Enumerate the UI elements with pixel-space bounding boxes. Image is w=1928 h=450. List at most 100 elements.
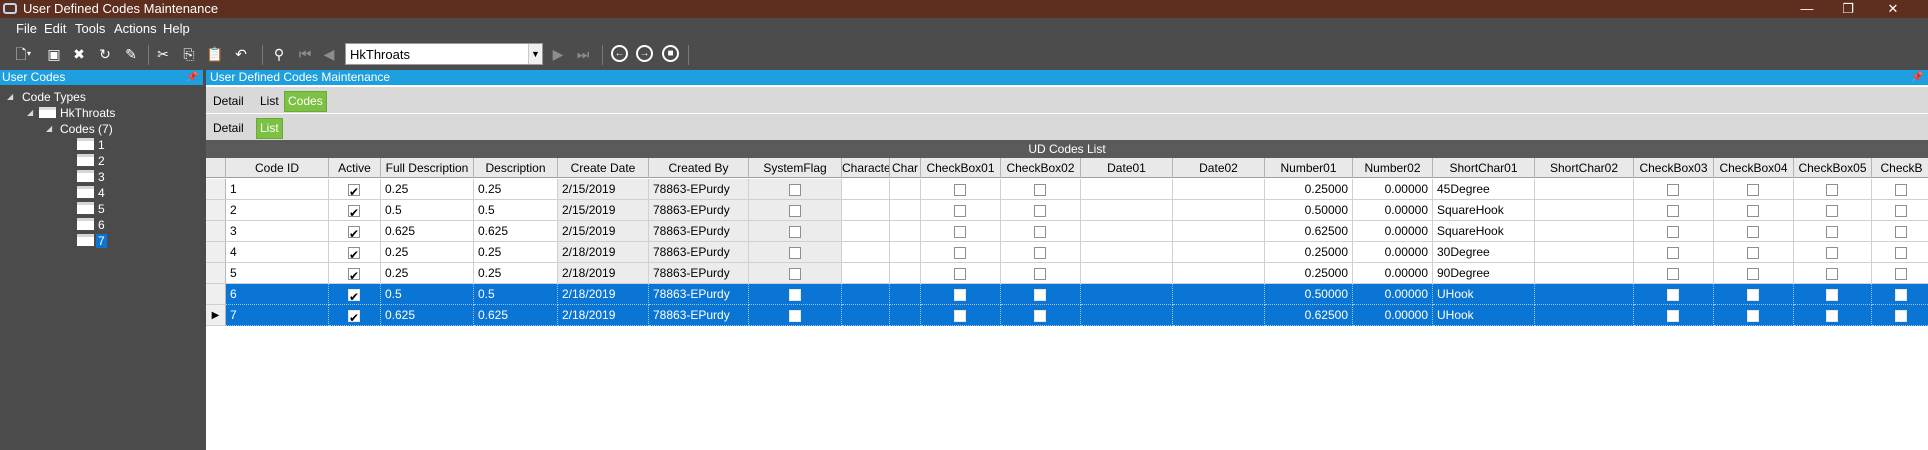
expand-triangle-icon[interactable]: ◢ bbox=[27, 106, 33, 120]
menu-file[interactable]: File bbox=[16, 22, 37, 36]
tree-code-item[interactable]: 5 bbox=[98, 202, 105, 216]
table-cell[interactable]: UHook bbox=[1433, 305, 1535, 326]
checkbox-cell[interactable] bbox=[749, 242, 842, 263]
checkbox-cell[interactable] bbox=[749, 305, 842, 326]
table-cell[interactable]: SquareHook bbox=[1433, 200, 1535, 221]
table-cell[interactable]: SquareHook bbox=[1433, 221, 1535, 242]
table-cell[interactable]: 2 bbox=[226, 200, 329, 221]
table-cell[interactable]: 2/18/2019 bbox=[558, 242, 649, 263]
table-cell[interactable] bbox=[890, 284, 921, 305]
table-cell[interactable]: 0.625 bbox=[474, 221, 558, 242]
checkbox-unchecked[interactable] bbox=[1034, 289, 1046, 301]
table-cell[interactable]: 0.625 bbox=[381, 221, 474, 242]
checkbox-cell[interactable] bbox=[1714, 305, 1794, 326]
checkbox-unchecked[interactable] bbox=[1826, 184, 1838, 196]
table-cell[interactable] bbox=[842, 263, 890, 284]
checkbox-unchecked[interactable] bbox=[1895, 247, 1907, 259]
checkbox-cell[interactable] bbox=[1001, 242, 1081, 263]
subtab-detail[interactable]: Detail bbox=[210, 118, 247, 139]
column-header[interactable]: Char bbox=[890, 158, 921, 178]
table-cell[interactable]: 0.62500 bbox=[1265, 221, 1353, 242]
checkbox-unchecked[interactable] bbox=[1034, 310, 1046, 322]
table-cell[interactable]: 0.50000 bbox=[1265, 284, 1353, 305]
expand-triangle-icon[interactable]: ◢ bbox=[46, 122, 52, 136]
checkbox-cell[interactable] bbox=[1634, 221, 1714, 242]
checkbox-unchecked[interactable] bbox=[1747, 205, 1759, 217]
checkbox-cell[interactable] bbox=[749, 221, 842, 242]
checkbox-cell[interactable] bbox=[329, 305, 381, 326]
checkbox-unchecked[interactable] bbox=[1895, 289, 1907, 301]
checkbox-checked[interactable] bbox=[348, 182, 360, 199]
table-cell[interactable]: 90Degree bbox=[1433, 263, 1535, 284]
column-header[interactable]: Full Description bbox=[381, 158, 474, 178]
checkbox-unchecked[interactable] bbox=[954, 184, 966, 196]
undo-icon[interactable]: ↶ bbox=[230, 44, 252, 64]
table-cell[interactable]: 0.25000 bbox=[1265, 179, 1353, 200]
checkbox-cell[interactable] bbox=[1001, 305, 1081, 326]
checkbox-cell[interactable] bbox=[1001, 221, 1081, 242]
table-cell[interactable]: 5 bbox=[226, 263, 329, 284]
table-cell[interactable] bbox=[842, 284, 890, 305]
checkbox-cell[interactable] bbox=[749, 200, 842, 221]
checkbox-cell[interactable] bbox=[749, 263, 842, 284]
checkbox-cell[interactable] bbox=[1634, 200, 1714, 221]
table-row[interactable]: 30.6250.6252/15/201978863-EPurdy0.625000… bbox=[206, 221, 1928, 242]
table-cell[interactable]: 0.5 bbox=[474, 284, 558, 305]
table-row[interactable]: 40.250.252/18/201978863-EPurdy0.250000.0… bbox=[206, 242, 1928, 263]
tree-codes-node[interactable]: Codes (7) bbox=[60, 122, 113, 136]
restore-button[interactable]: ❐ bbox=[1825, 0, 1871, 18]
table-cell[interactable] bbox=[890, 200, 921, 221]
table-cell[interactable] bbox=[1173, 200, 1265, 221]
pin-icon[interactable]: 📌 bbox=[1911, 70, 1923, 85]
column-header[interactable]: CheckBox04 bbox=[1714, 158, 1794, 178]
table-cell[interactable]: 0.25 bbox=[474, 242, 558, 263]
table-row[interactable]: 20.50.52/15/201978863-EPurdy0.500000.000… bbox=[206, 200, 1928, 221]
copy-icon[interactable]: ⎘ bbox=[178, 44, 200, 64]
chevron-down-icon[interactable]: ▼ bbox=[528, 44, 542, 64]
column-header[interactable]: Description bbox=[474, 158, 558, 178]
checkbox-cell[interactable] bbox=[921, 305, 1001, 326]
table-cell[interactable]: 0.00000 bbox=[1353, 284, 1433, 305]
table-cell[interactable]: 2/18/2019 bbox=[558, 305, 649, 326]
table-cell[interactable] bbox=[890, 305, 921, 326]
row-selector[interactable] bbox=[206, 221, 226, 242]
tree-code-item[interactable]: 3 bbox=[98, 170, 105, 184]
checkbox-unchecked[interactable] bbox=[1895, 205, 1907, 217]
checkbox-unchecked[interactable] bbox=[1826, 268, 1838, 280]
column-header[interactable]: Character bbox=[842, 158, 890, 178]
table-cell[interactable]: 0.25 bbox=[381, 179, 474, 200]
table-cell[interactable] bbox=[1535, 263, 1634, 284]
checkbox-cell[interactable] bbox=[1714, 200, 1794, 221]
checkbox-cell[interactable] bbox=[329, 200, 381, 221]
table-cell[interactable]: 0.00000 bbox=[1353, 305, 1433, 326]
menu-help[interactable]: Help bbox=[163, 22, 190, 36]
checkbox-unchecked[interactable] bbox=[1034, 268, 1046, 280]
checkbox-cell[interactable] bbox=[1794, 221, 1872, 242]
table-cell[interactable] bbox=[1535, 221, 1634, 242]
checkbox-cell[interactable] bbox=[1794, 200, 1872, 221]
table-cell[interactable] bbox=[1081, 284, 1173, 305]
paste-icon[interactable]: 📋 bbox=[204, 44, 226, 64]
checkbox-cell[interactable] bbox=[1872, 305, 1928, 326]
tab-detail[interactable]: Detail bbox=[210, 91, 247, 112]
column-header[interactable]: Number02 bbox=[1353, 158, 1433, 178]
table-cell[interactable]: 0.25 bbox=[381, 242, 474, 263]
checkbox-cell[interactable] bbox=[1714, 179, 1794, 200]
table-cell[interactable]: 0.625 bbox=[381, 305, 474, 326]
tree-code-item[interactable]: 6 bbox=[98, 218, 105, 232]
checkbox-unchecked[interactable] bbox=[1826, 247, 1838, 259]
checkbox-unchecked[interactable] bbox=[1747, 310, 1759, 322]
checkbox-unchecked[interactable] bbox=[1667, 184, 1679, 196]
subtab-list[interactable]: List bbox=[256, 118, 283, 139]
checkbox-unchecked[interactable] bbox=[1747, 268, 1759, 280]
column-header[interactable]: CheckBox03 bbox=[1634, 158, 1714, 178]
table-cell[interactable] bbox=[890, 179, 921, 200]
checkbox-unchecked[interactable] bbox=[954, 247, 966, 259]
checkbox-cell[interactable] bbox=[749, 284, 842, 305]
table-cell[interactable] bbox=[1081, 221, 1173, 242]
checkbox-unchecked[interactable] bbox=[954, 310, 966, 322]
table-cell[interactable]: 0.62500 bbox=[1265, 305, 1353, 326]
checkbox-unchecked[interactable] bbox=[789, 247, 801, 259]
column-header[interactable]: Date01 bbox=[1081, 158, 1173, 178]
row-selector[interactable] bbox=[206, 179, 226, 200]
